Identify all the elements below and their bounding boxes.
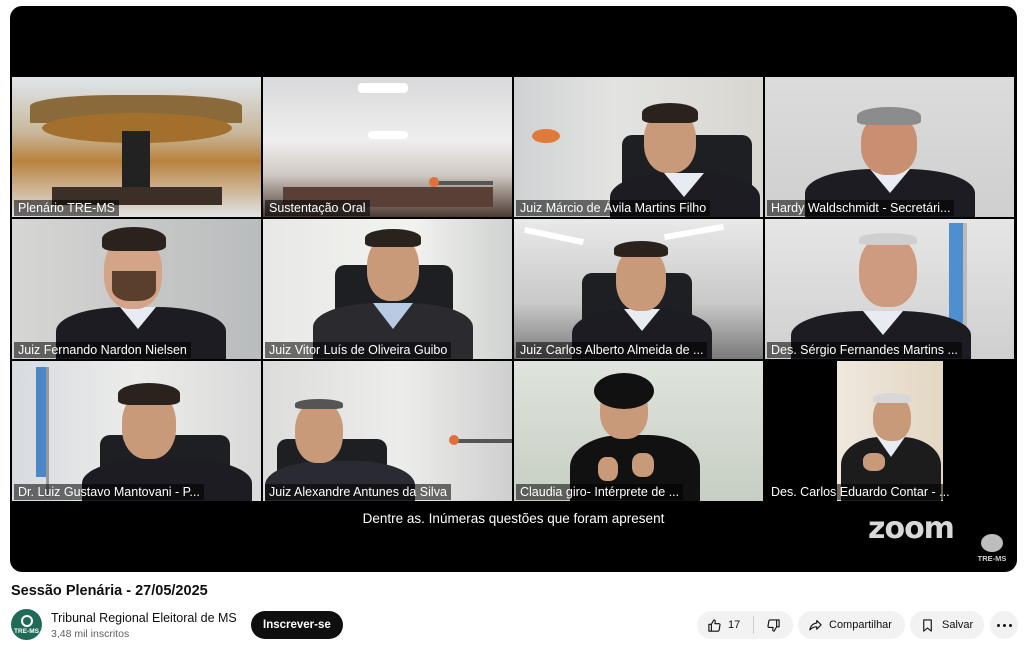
participant-name: Dr. Luiz Gustavo Mantovani - P... <box>14 484 204 500</box>
participant-tile: Hardy Waldschmidt - Secretári... <box>765 77 1014 217</box>
participant-tile: Plenário TRE-MS <box>12 77 261 217</box>
channel-avatar[interactable]: TRE-MS <box>11 609 42 640</box>
participant-name: Claudia giro- Intérprete de ... <box>516 484 684 500</box>
participant-name: Sustentação Oral <box>265 200 370 216</box>
channel-logo-icon <box>20 614 33 627</box>
participant-name: Juiz Carlos Alberto Almeida de ... <box>516 342 708 358</box>
save-label: Salvar <box>942 619 974 631</box>
participant-tile: Des. Sérgio Fernandes Martins ... <box>765 219 1014 359</box>
channel-avatar-text: TRE-MS <box>14 627 39 635</box>
subscriber-count: 3,48 mil inscritos <box>51 628 130 640</box>
participant-tile: Dr. Luiz Gustavo Mantovani - P... <box>12 361 261 501</box>
participant-tile: Juiz Alexandre Antunes da Silva <box>263 361 512 501</box>
participant-name: Des. Carlos Eduardo Contar - ... <box>767 484 954 500</box>
participant-tile: Juiz Fernando Nardon Nielsen <box>12 219 261 359</box>
subscribe-button[interactable]: Inscrever-se <box>251 611 343 639</box>
participant-name: Hardy Waldschmidt - Secretári... <box>767 200 955 216</box>
like-count: 17 <box>728 619 741 631</box>
share-label: Compartilhar <box>829 619 892 631</box>
participant-tile: Sustentação Oral <box>263 77 512 217</box>
participant-tile: Juiz Vitor Luís de Oliveira Guibo <box>263 219 512 359</box>
participant-tile: Juiz Carlos Alberto Almeida de ... <box>514 219 763 359</box>
channel-name[interactable]: Tribunal Regional Eleitoral de MS <box>51 611 237 625</box>
participant-name: Des. Sérgio Fernandes Martins ... <box>767 342 962 358</box>
participant-name: Juiz Fernando Nardon Nielsen <box>14 342 191 358</box>
closed-caption: Dentre as. Inúmeras questões que foram a… <box>10 509 1017 528</box>
zoom-logo: zoom <box>868 511 955 546</box>
watermark-logo-icon <box>981 534 1003 552</box>
zoom-gallery: Plenário TRE-MS Sustentação Oral Juiz Má… <box>10 77 1017 501</box>
more-icon <box>995 623 1013 627</box>
share-icon <box>809 619 822 630</box>
channel-watermark[interactable]: TRE-MS <box>976 534 1008 563</box>
save-button[interactable]: Salvar <box>910 611 984 639</box>
participant-name: Juiz Vitor Luís de Oliveira Guibo <box>265 342 452 358</box>
dislike-button[interactable] <box>754 611 793 639</box>
share-button[interactable]: Compartilhar <box>798 611 905 639</box>
participant-tile: Des. Carlos Eduardo Contar - ... <box>765 361 1014 501</box>
caption-text: Dentre as. Inúmeras questões que foram a… <box>356 509 671 528</box>
participant-tile: Claudia giro- Intérprete de ... <box>514 361 763 501</box>
participant-tile: Juiz Márcio de Ávila Martins Filho <box>514 77 763 217</box>
participant-name: Juiz Márcio de Ávila Martins Filho <box>516 200 711 216</box>
video-title: Sessão Plenária - 27/05/2025 <box>11 583 208 599</box>
like-dislike-group: 17 <box>697 611 793 639</box>
participant-name: Plenário TRE-MS <box>14 200 120 216</box>
more-actions-button[interactable] <box>990 611 1018 639</box>
thumbs-up-icon <box>708 618 721 632</box>
participant-name: Juiz Alexandre Antunes da Silva <box>265 484 451 500</box>
video-player[interactable]: Plenário TRE-MS Sustentação Oral Juiz Má… <box>10 6 1017 572</box>
thumbs-down-icon <box>767 618 780 632</box>
like-button[interactable]: 17 <box>697 611 753 639</box>
bookmark-icon <box>923 618 932 632</box>
watermark-text: TRE-MS <box>977 554 1007 563</box>
